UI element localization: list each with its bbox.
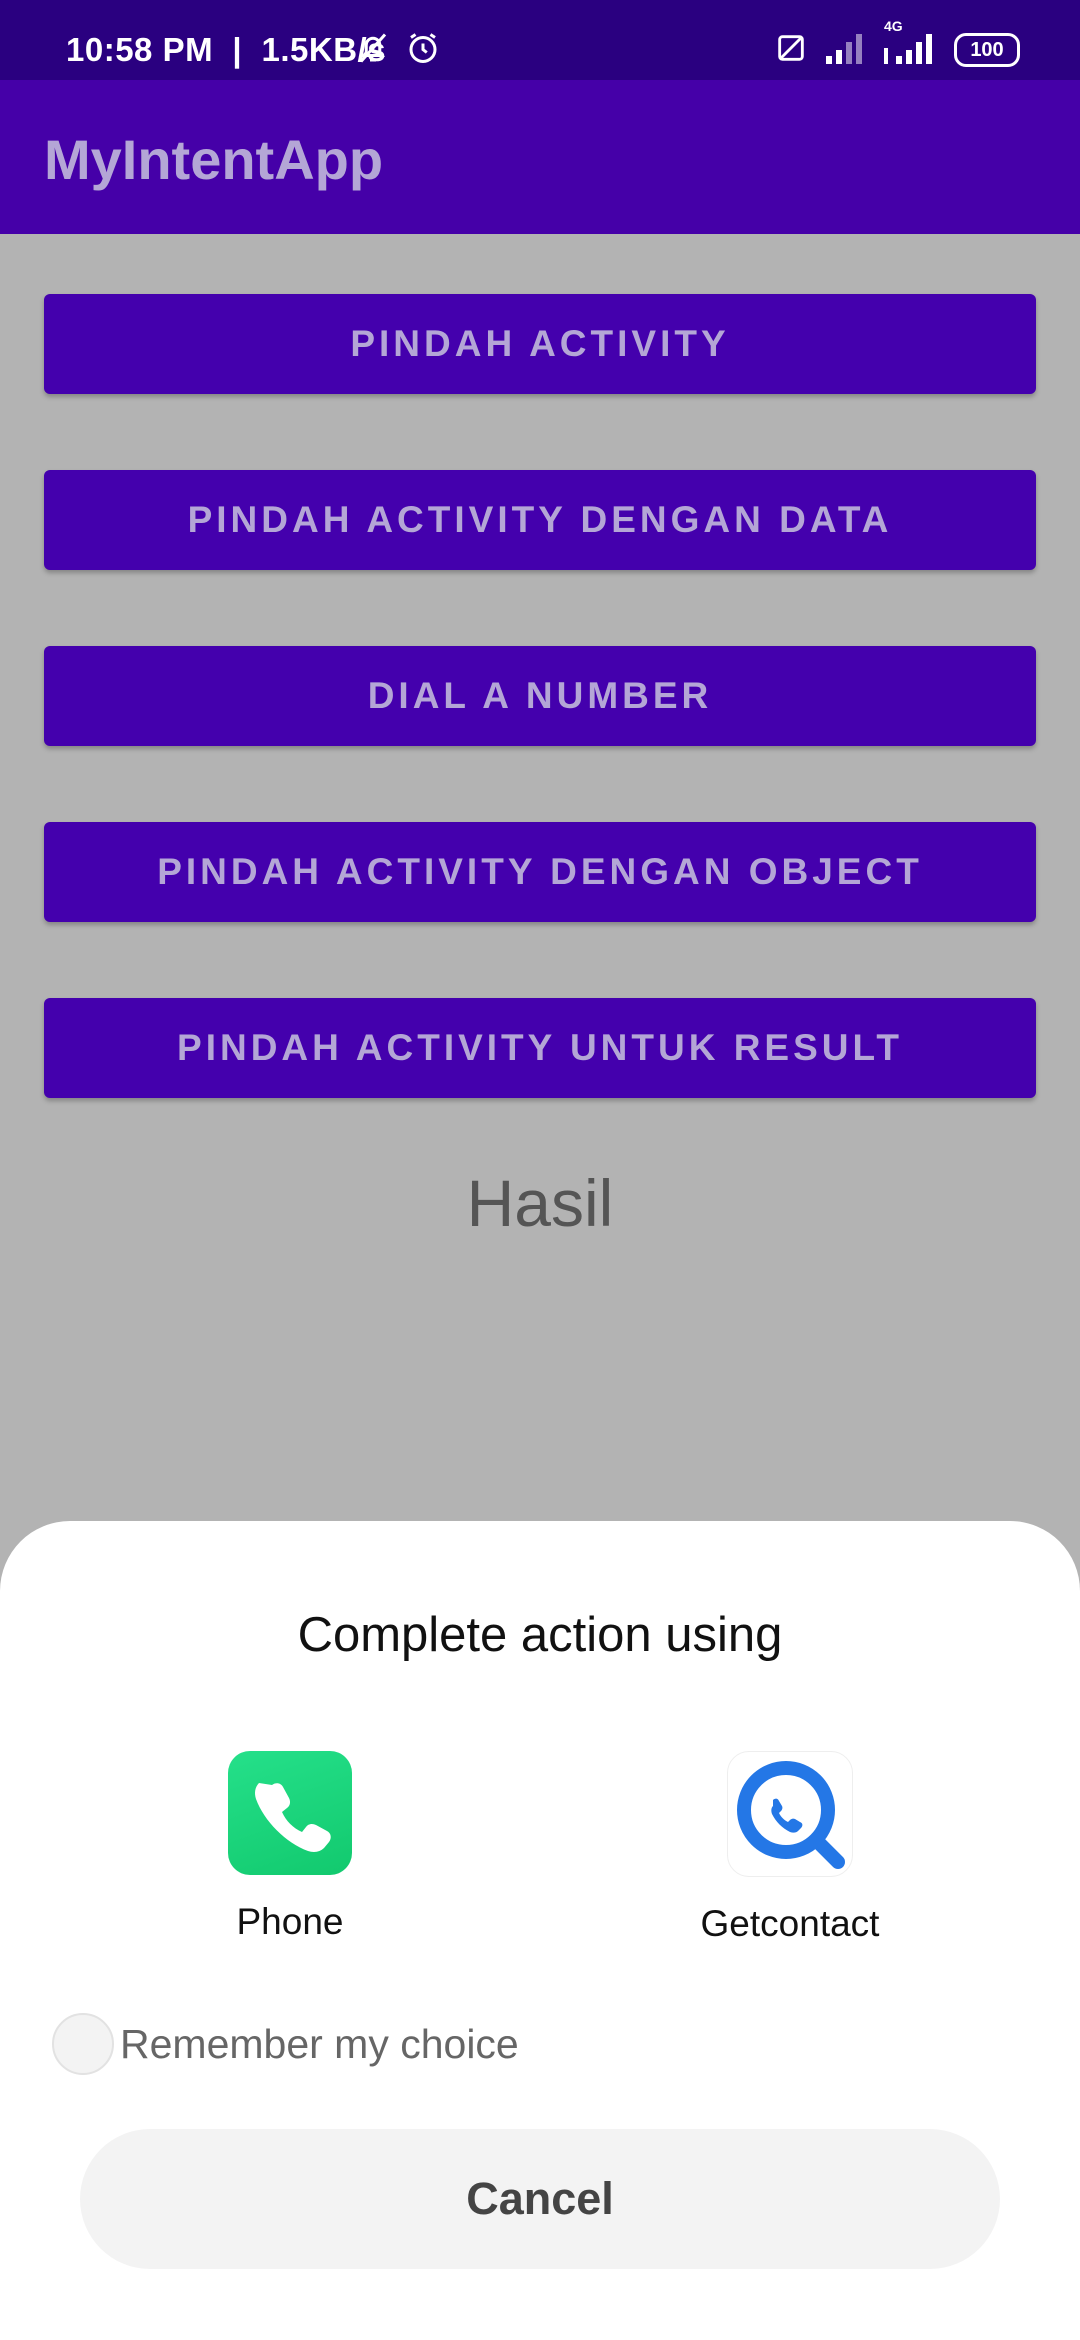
getcontact-app-label: Getcontact [700,1903,880,1944]
app-bar: MyIntentApp [0,80,1080,234]
phone-app-label: Phone [236,1901,344,1942]
status-time-speed: 10:58 PM | 1.5KB/s [66,0,386,80]
status-left-icons [355,30,441,71]
result-text: Hasil [466,1166,614,1240]
app-title: MyIntentApp [44,128,384,191]
pindah-activity-button[interactable]: PINDAH ACTIVITY [44,294,1036,394]
status-bar: 10:58 PM | 1.5KB/s 4G 100 [0,0,1080,80]
remember-choice[interactable]: Remember my choice [52,2013,519,2075]
pindah-activity-untuk-result-button[interactable]: PINDAH ACTIVITY UNTUK RESULT [44,998,1036,1098]
chooser-option-phone[interactable]: Phone [140,1751,440,1943]
getcontact-app-icon[interactable] [727,1751,853,1877]
signal-icon [826,32,866,69]
remember-choice-label: Remember my choice [120,2020,519,2067]
signal-4g-icon: 4G [884,18,936,69]
dial-a-number-button[interactable]: DIAL A NUMBER [44,646,1036,746]
phone-app-icon[interactable] [228,1751,352,1875]
alarm-icon [405,30,441,71]
pindah-activity-dengan-object-button[interactable]: PINDAH ACTIVITY DENGAN OBJECT [44,822,1036,922]
chooser-title: Complete action using [297,1608,783,1662]
pindah-activity-dengan-data-button[interactable]: PINDAH ACTIVITY DENGAN DATA [44,470,1036,570]
status-right-icons: 4G 100 [774,18,1020,70]
bell-off-icon [355,30,391,71]
remember-choice-radio[interactable] [52,2013,114,2075]
battery-icon: 100 [954,33,1020,67]
chooser-option-getcontact[interactable]: Getcontact [640,1751,940,1945]
cancel-button[interactable]: Cancel [80,2129,1000,2269]
sim-off-icon [774,31,808,70]
app-chooser-sheet: Complete action using Phone Getcontact R… [0,1521,1080,2340]
